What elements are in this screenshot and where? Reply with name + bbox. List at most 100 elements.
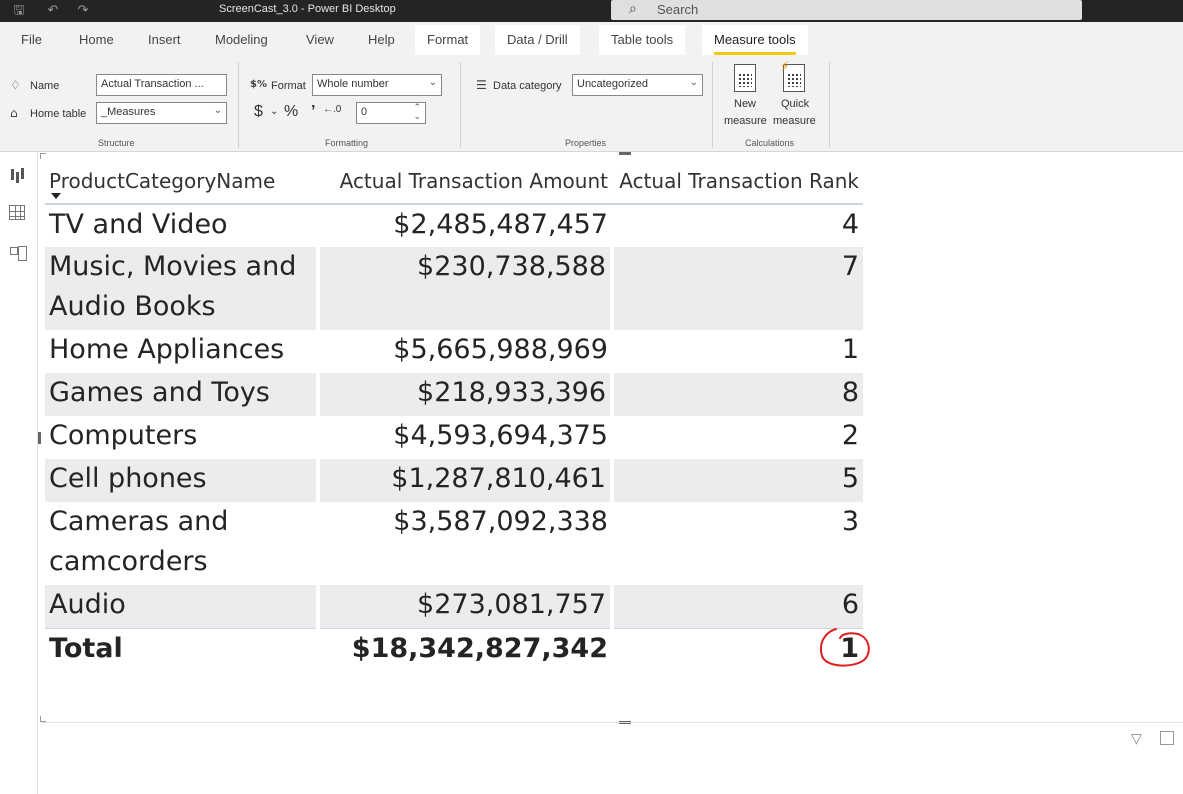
column-header[interactable]: Actual Transaction Amount — [318, 158, 612, 205]
ribbon-separator — [460, 62, 461, 148]
search-box[interactable]: ⌕ Search — [611, 0, 1082, 20]
table-visual[interactable]: ProductCategoryName Actual Transaction A… — [45, 158, 863, 673]
redo-icon[interactable]: ↷ — [74, 2, 92, 20]
table-row[interactable]: Music, Movies and Audio Books $230,738,5… — [45, 247, 863, 330]
view-switcher — [0, 153, 38, 794]
amount-cell: $2,485,487,457 — [393, 209, 608, 240]
tag-icon: ♢ — [10, 78, 21, 92]
new-measure-label-1[interactable]: New — [734, 98, 756, 110]
decimal-places-input[interactable]: 0 ⌃ ⌄ — [356, 102, 426, 124]
category-cell: Cameras and camcorders — [49, 506, 229, 577]
category-cell: Audio — [45, 585, 318, 628]
rank-cell: 2 — [841, 420, 859, 451]
report-view-icon[interactable] — [9, 165, 27, 183]
tab-insert[interactable]: Insert — [148, 32, 181, 47]
focus-mode-icon[interactable] — [1160, 731, 1174, 745]
category-cell: Home Appliances — [49, 334, 285, 365]
tab-modeling[interactable]: Modeling — [215, 32, 268, 47]
annotation-circle — [820, 628, 870, 667]
amount-cell: $1,287,810,461 — [316, 459, 612, 502]
rank-cell: 3 — [841, 506, 859, 537]
column-header[interactable]: Actual Transaction Rank — [612, 158, 863, 205]
name-label: Name — [30, 80, 60, 92]
name-input-value: Actual Transaction ... — [101, 78, 204, 90]
structure-group-label: Structure — [98, 138, 135, 148]
table-row[interactable]: Computers $4,593,694,375 2 — [45, 416, 863, 459]
total-label: Total — [45, 627, 318, 673]
resize-handle[interactable] — [38, 432, 41, 444]
table-row[interactable]: Cameras and camcorders $3,587,092,338 3 — [45, 502, 863, 585]
data-category-icon: ☰ — [476, 78, 487, 92]
quick-measure-label-1[interactable]: Quick — [781, 98, 809, 110]
home-table-select[interactable]: _Measures ⌄ — [96, 102, 227, 124]
window-title: ScreenCast_3.0 - Power BI Desktop — [219, 3, 396, 15]
category-cell: Music, Movies and Audio Books — [45, 247, 318, 330]
rank-cell: 8 — [610, 373, 863, 416]
home-icon: ⌂ — [10, 106, 18, 120]
amount-cell: $5,665,988,969 — [393, 334, 608, 365]
decimal-icon[interactable]: ←.0 — [323, 104, 341, 115]
amount-cell: $230,738,588 — [316, 247, 612, 330]
percent-button[interactable]: % — [284, 103, 298, 121]
rank-cell: 5 — [610, 459, 863, 502]
category-cell: Games and Toys — [45, 373, 318, 416]
total-row: Total $18,342,827,342 1 — [45, 627, 863, 673]
amount-cell: $4,593,694,375 — [393, 420, 608, 451]
filter-icon[interactable]: ▽ — [1131, 731, 1142, 747]
page-divider — [41, 722, 1183, 723]
chevron-down-icon[interactable]: ⌄ — [270, 106, 278, 117]
spinner-icon[interactable]: ⌃ ⌄ — [413, 103, 421, 121]
chevron-down-icon: ⌄ — [428, 77, 437, 88]
amount-cell: $273,081,757 — [316, 585, 612, 628]
chevron-down-icon: ⌄ — [689, 77, 698, 88]
format-label: Format — [271, 80, 306, 92]
table-row[interactable]: Home Appliances $5,665,988,969 1 — [45, 330, 863, 373]
decimal-places-value: 0 — [361, 106, 368, 118]
tab-data-drill[interactable]: Data / Drill — [495, 25, 580, 55]
comma-style-button[interactable]: ’ — [311, 103, 315, 121]
column-header-label: ProductCategoryName — [49, 168, 276, 193]
tab-file[interactable]: File — [21, 32, 42, 47]
rank-cell: 7 — [610, 247, 863, 330]
home-table-value: _Measures — [101, 106, 156, 118]
table-row[interactable]: TV and Video $2,485,487,457 4 — [45, 204, 863, 247]
resize-handle[interactable] — [619, 152, 631, 155]
data-view-icon[interactable] — [9, 205, 25, 220]
tab-home[interactable]: Home — [79, 32, 114, 47]
search-icon: ⌕ — [629, 1, 637, 17]
tab-table-tools[interactable]: Table tools — [599, 25, 686, 55]
column-header[interactable]: ProductCategoryName — [45, 158, 318, 205]
quick-measure-label-2[interactable]: measure — [773, 115, 816, 127]
chevron-down-icon: ⌄ — [213, 105, 222, 116]
new-measure-icon[interactable] — [734, 64, 756, 92]
model-view-icon[interactable] — [9, 245, 27, 263]
sort-descending-icon[interactable] — [51, 193, 61, 199]
tab-measure-tools[interactable]: Measure tools — [702, 25, 808, 55]
calculations-group-label: Calculations — [745, 138, 795, 148]
data-category-select[interactable]: Uncategorized ⌄ — [572, 74, 703, 96]
table-row[interactable]: Audio $273,081,757 6 — [45, 585, 863, 628]
tab-view[interactable]: View — [306, 32, 334, 47]
tab-help[interactable]: Help — [368, 32, 395, 47]
data-category-value: Uncategorized — [577, 78, 648, 90]
format-icon: $% — [250, 79, 267, 90]
table-row[interactable]: Games and Toys $218,933,396 8 — [45, 373, 863, 416]
amount-cell: $218,933,396 — [316, 373, 612, 416]
table-row[interactable]: Cell phones $1,287,810,461 5 — [45, 459, 863, 502]
category-cell: Computers — [49, 420, 198, 451]
search-placeholder: Search — [657, 2, 699, 17]
save-icon[interactable]: 🖫 — [10, 2, 28, 20]
amount-cell: $3,587,092,338 — [393, 506, 608, 537]
format-select[interactable]: Whole number ⌄ — [312, 74, 442, 96]
column-header-label: Actual Transaction Rank — [619, 168, 859, 193]
rank-cell: 4 — [841, 209, 859, 240]
ribbon: ♢ Name Actual Transaction ... ⌂ Home tab… — [0, 58, 1183, 152]
new-measure-label-2[interactable]: measure — [724, 115, 767, 127]
quick-measure-icon[interactable]: ⚡ — [780, 59, 805, 92]
format-select-value: Whole number — [317, 78, 389, 90]
home-table-label: Home table — [30, 108, 87, 120]
name-input[interactable]: Actual Transaction ... — [96, 74, 227, 96]
currency-button[interactable]: $ — [254, 103, 263, 121]
undo-icon[interactable]: ↶ — [44, 2, 62, 20]
tab-format[interactable]: Format — [415, 25, 481, 55]
